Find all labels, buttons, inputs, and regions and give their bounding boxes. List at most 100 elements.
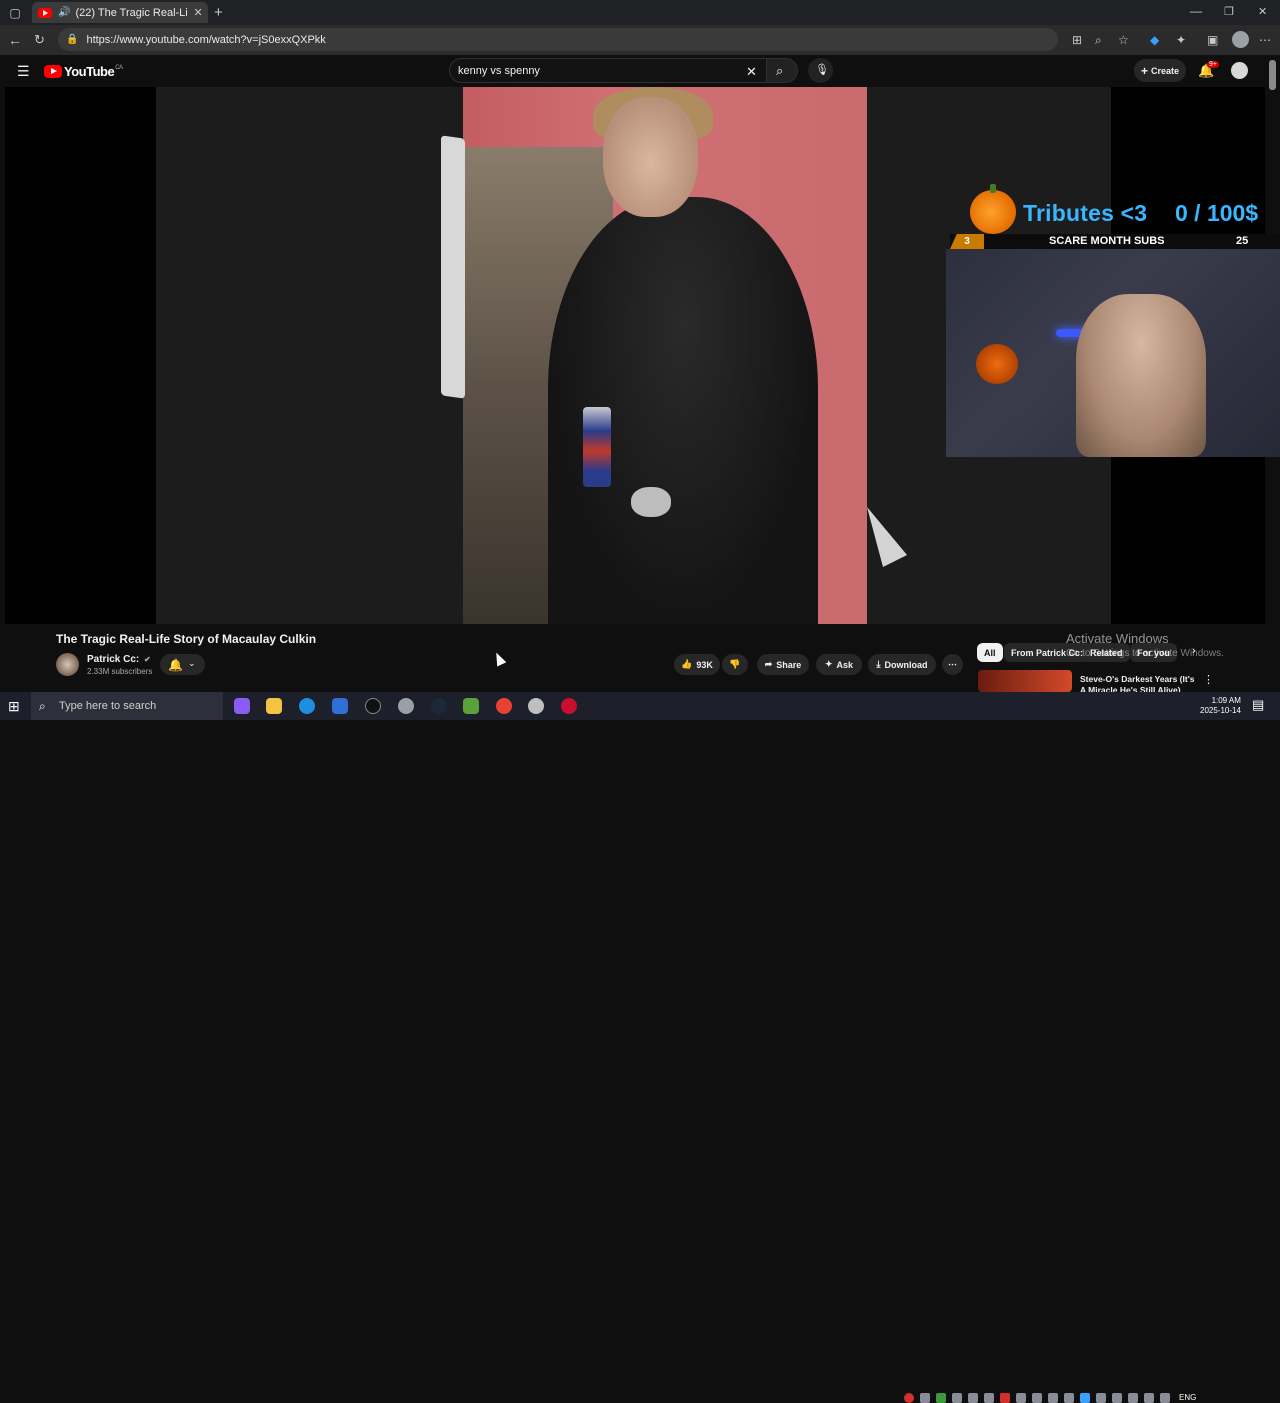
- channel-name[interactable]: Patrick Cc: ✔: [87, 654, 151, 665]
- refresh-icon[interactable]: ↻: [34, 32, 45, 48]
- scrollbar-thumb[interactable]: [1269, 60, 1276, 90]
- tray-icon-11[interactable]: [1080, 1393, 1090, 1403]
- windows-taskbar: ⊞ ⌕ Type here to search ENG ▤: [0, 692, 1280, 1403]
- tray-icon-10[interactable]: [1064, 1393, 1074, 1403]
- ask-button[interactable]: ✦ Ask: [816, 654, 862, 675]
- download-button[interactable]: ⤓ Download: [868, 654, 936, 675]
- tray-icon-1[interactable]: [920, 1393, 930, 1403]
- audio-icon[interactable]: 🔊: [58, 7, 70, 18]
- like-button[interactable]: 👍 93K: [674, 654, 720, 675]
- language-indicator[interactable]: ENG: [1179, 1393, 1196, 1402]
- app-icon[interactable]: ⊞: [1072, 33, 1082, 47]
- close-window-icon[interactable]: ✕: [1258, 5, 1267, 18]
- country-code: CA: [115, 64, 123, 71]
- zoom-icon[interactable]: ⌕: [1095, 33, 1102, 48]
- new-tab-icon[interactable]: +: [214, 4, 223, 21]
- youtube-logo[interactable]: YouTube CA: [44, 64, 123, 79]
- app-icon-gray[interactable]: [528, 698, 544, 714]
- tab-youtube[interactable]: 🔊 (22) The Tragic Real-Life Stor ✕: [32, 2, 208, 23]
- profile-avatar[interactable]: [1232, 31, 1249, 48]
- settings-gear-icon[interactable]: [398, 698, 414, 714]
- app-icon-blue[interactable]: [332, 698, 348, 714]
- recommendation-menu-icon[interactable]: ⋮: [1203, 673, 1214, 686]
- tray-icon-8[interactable]: [1032, 1393, 1042, 1403]
- tray-icon-12[interactable]: [1128, 1393, 1138, 1403]
- hamburger-menu-icon[interactable]: ☰: [17, 63, 30, 80]
- extensions-puzzle-icon[interactable]: ✦: [1176, 33, 1186, 47]
- volume-icon[interactable]: [1160, 1393, 1170, 1403]
- webcam-feed: [946, 249, 1280, 457]
- back-icon[interactable]: ←: [8, 32, 22, 48]
- share-icon: ➦: [764, 659, 773, 669]
- subscription-bell-button[interactable]: 🔔 ⌄: [160, 654, 205, 675]
- search-button[interactable]: ⌕: [766, 58, 798, 83]
- channel-name-text: Patrick Cc:: [87, 654, 140, 665]
- app-icon-dark[interactable]: [365, 698, 381, 714]
- thumbs-down-icon: 👎: [729, 659, 741, 669]
- copilot-app-icon[interactable]: [234, 698, 250, 714]
- channel-avatar[interactable]: [56, 653, 79, 676]
- thumbs-up-icon: 👍: [681, 659, 693, 669]
- tray-icon-9[interactable]: [1048, 1393, 1058, 1403]
- browser-menu-icon[interactable]: ⋯: [1259, 33, 1271, 47]
- url-field[interactable]: 🔒 https://www.youtube.com/watch?v=jS0exx…: [58, 28, 1129, 51]
- search-value: kenny vs spenny: [458, 64, 540, 77]
- tab-actions-icon[interactable]: ▢: [8, 6, 22, 20]
- tab-title: (22) The Tragic Real-Life Stor: [75, 6, 188, 19]
- video-still-image: [463, 87, 867, 624]
- close-tab-icon[interactable]: ✕: [193, 6, 202, 19]
- dislike-button[interactable]: 👎: [722, 654, 748, 675]
- tray-icon-4[interactable]: [968, 1393, 978, 1403]
- chip-all[interactable]: All: [977, 643, 1003, 662]
- voice-search-button[interactable]: 🎙: [808, 58, 833, 83]
- youtube-header: ☰ YouTube CA kenny vs spenny ✕ ⌕ 🎙 + Cre…: [0, 55, 1280, 87]
- subs-count-right: 25: [1236, 235, 1249, 247]
- recommendation-thumbnail[interactable]: [978, 670, 1072, 692]
- clock-date: 2025-10-14: [1200, 706, 1241, 715]
- windows-start-icon[interactable]: ⊞: [8, 698, 20, 715]
- steam-icon[interactable]: [431, 698, 447, 714]
- tray-icon-7[interactable]: [1016, 1393, 1026, 1403]
- user-avatar[interactable]: [1231, 62, 1248, 79]
- maximize-icon[interactable]: ❐: [1224, 5, 1234, 18]
- create-button[interactable]: + Create: [1134, 59, 1186, 82]
- app-icon-red[interactable]: [561, 698, 577, 714]
- taskbar-clock[interactable]: 1:09 AM 2025-10-14: [1200, 696, 1241, 716]
- tray-icon-5[interactable]: [984, 1393, 994, 1403]
- chrome-icon[interactable]: [496, 698, 512, 714]
- energy-drink-can: [583, 407, 611, 487]
- mic-tray-icon[interactable]: [1112, 1393, 1122, 1403]
- search-input[interactable]: kenny vs spenny ✕: [449, 58, 767, 83]
- file-explorer-icon[interactable]: [266, 698, 282, 714]
- tray-icon-6[interactable]: [1000, 1393, 1010, 1403]
- tray-icon-13[interactable]: [1144, 1393, 1154, 1403]
- address-bar-row: ← ↻ 🔒 https://www.youtube.com/watch?v=jS…: [0, 25, 1280, 55]
- collections-icon[interactable]: ▣: [1207, 33, 1218, 47]
- network-icon[interactable]: [1096, 1393, 1106, 1403]
- tray-icon-3[interactable]: [952, 1393, 962, 1403]
- minimize-icon[interactable]: —: [1190, 4, 1202, 18]
- tray-icon-2[interactable]: [936, 1393, 946, 1403]
- clear-search-icon[interactable]: ✕: [746, 64, 757, 80]
- share-button[interactable]: ➦ Share: [757, 654, 809, 675]
- plus-icon: +: [1140, 63, 1148, 78]
- taskbar-search-icon: ⌕: [39, 699, 46, 713]
- youtube-play-icon: [44, 65, 62, 78]
- url-text: https://www.youtube.com/watch?v=jS0exxQX…: [86, 33, 326, 46]
- sparkle-icon: ✦: [824, 659, 833, 669]
- tray-record-icon[interactable]: [904, 1393, 914, 1403]
- favorite-star-icon[interactable]: ☆: [1118, 33, 1129, 47]
- taskbar-search-input[interactable]: ⌕ Type here to search: [31, 692, 223, 720]
- extension-icon[interactable]: ◆: [1150, 33, 1159, 47]
- cam-pumpkin-decoration: [976, 344, 1018, 384]
- bell-icon: 🔔: [168, 658, 183, 672]
- app-icon-green[interactable]: [463, 698, 479, 714]
- chevron-down-icon: ⌄: [188, 658, 196, 668]
- download-icon: ⤓: [876, 659, 881, 669]
- edge-browser-icon[interactable]: [299, 698, 315, 714]
- notifications-center-icon[interactable]: ▤: [1252, 697, 1264, 713]
- recommendation-title[interactable]: Steve-O's Darkest Years (It's A Miracle …: [1080, 674, 1198, 692]
- subscriber-count: 2.33M subscribers: [87, 667, 153, 676]
- more-actions-button[interactable]: ⋯: [942, 654, 963, 675]
- browser-tab-bar: ▢ 🔊 (22) The Tragic Real-Life Stor ✕ + —…: [0, 0, 1280, 25]
